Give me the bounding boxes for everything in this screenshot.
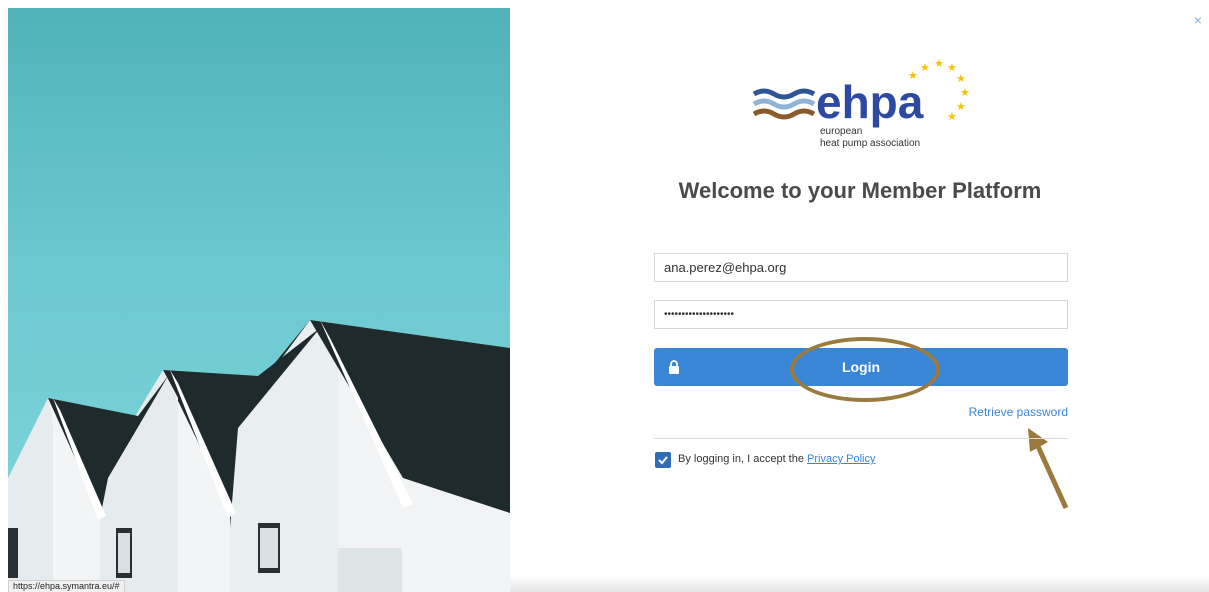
accept-prefix: By logging in, I accept the <box>678 453 804 465</box>
close-icon[interactable]: × <box>1190 12 1206 28</box>
privacy-policy-link[interactable]: Privacy Policy <box>807 453 875 465</box>
email-value: ana.perez@ehpa.org <box>664 260 787 275</box>
retrieve-password-link[interactable]: Retrieve password <box>930 405 1068 419</box>
privacy-accept-text: By logging in, I accept the Privacy Poli… <box>678 453 876 465</box>
lock-icon <box>669 360 679 374</box>
svg-text:★: ★ <box>956 100 966 113</box>
svg-text:★: ★ <box>956 72 966 85</box>
annotation-arrow-icon <box>1028 428 1069 510</box>
privacy-checkbox[interactable] <box>655 452 671 468</box>
houses-illustration <box>8 320 510 592</box>
password-mask: •••••••••••••••••••• <box>664 309 735 320</box>
svg-text:★: ★ <box>947 110 957 123</box>
ehpa-logo: ehpa european heat pump association ★ ★ … <box>752 57 970 149</box>
bottom-shadow <box>510 575 1209 592</box>
svg-text:★: ★ <box>920 61 930 74</box>
logo-wordmark: ehpa <box>816 76 924 128</box>
logo-line1: european <box>820 126 862 137</box>
page-title: Welcome to your Member Platform <box>678 178 1042 203</box>
svg-text:★: ★ <box>934 57 944 70</box>
divider <box>654 438 1068 439</box>
email-field[interactable]: ana.perez@ehpa.org <box>654 253 1068 282</box>
logo-line2: heat pump association <box>820 138 920 149</box>
svg-text:★: ★ <box>908 69 918 82</box>
login-button[interactable]: Login <box>654 348 1068 386</box>
svg-text:★: ★ <box>960 86 970 99</box>
checkmark-icon <box>658 456 668 465</box>
login-label: Login <box>841 359 881 375</box>
houses-photo <box>8 8 510 592</box>
password-field[interactable]: •••••••••••••••••••• <box>654 300 1068 329</box>
status-bar-url: https://ehpa.symantra.eu/# <box>8 580 125 592</box>
